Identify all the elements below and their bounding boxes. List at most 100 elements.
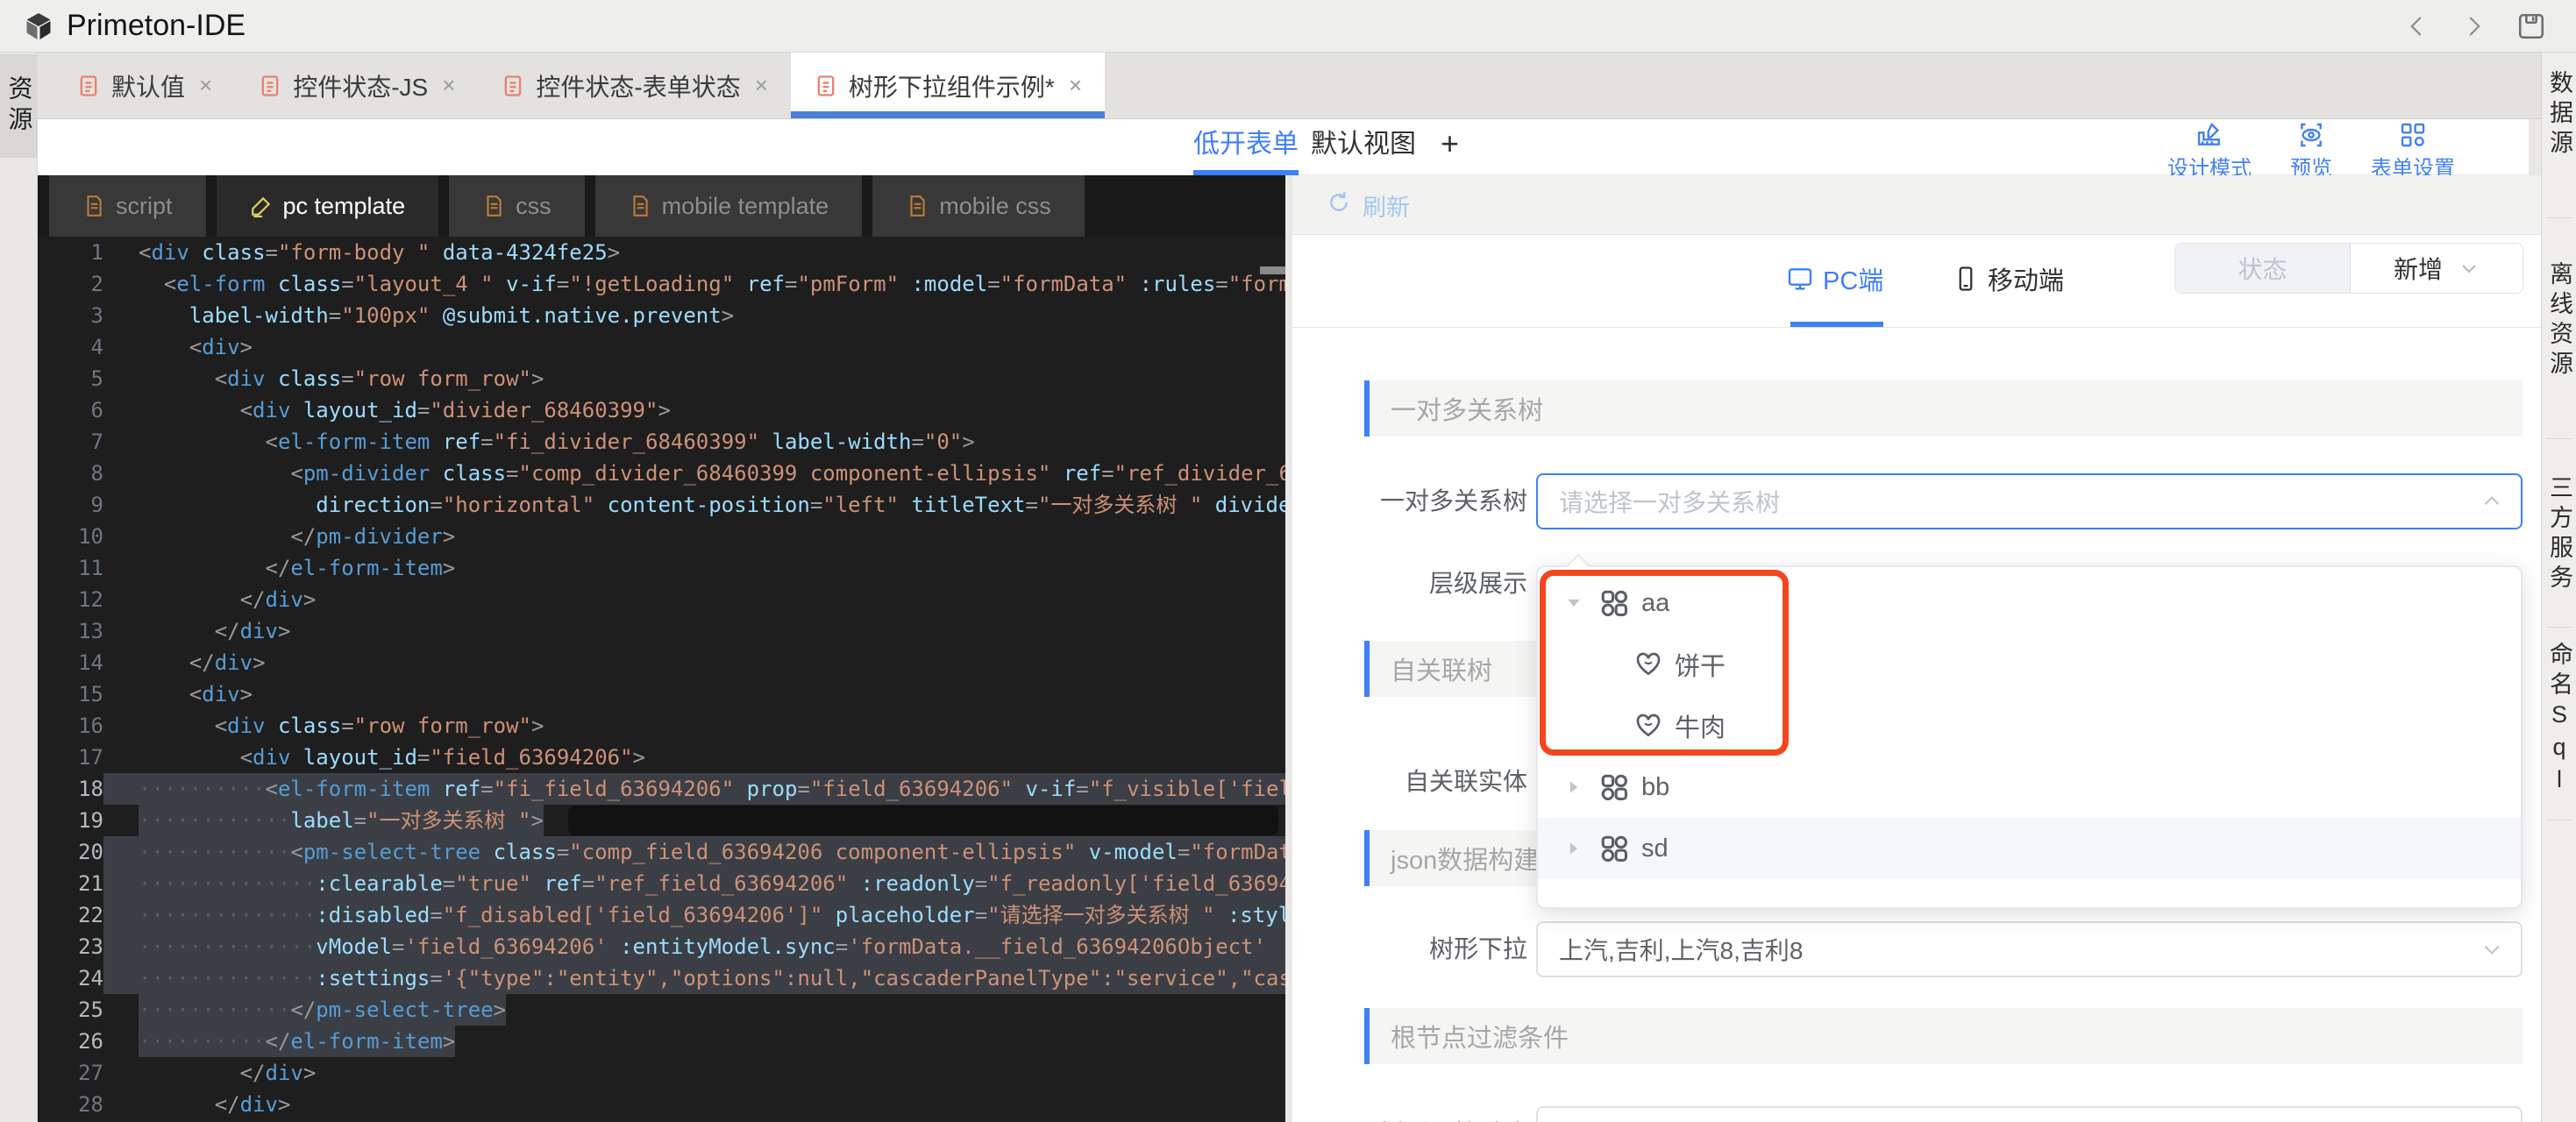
device-row: PC端移动端 状态 新增 [1292,235,2541,328]
code-line[interactable]: 20············<pm-select-tree class="com… [38,836,1285,868]
view-tab-2[interactable]: 默认视图 [1311,119,1416,175]
code-line[interactable]: 12 </div> [38,584,1285,615]
code-line[interactable]: 17 <div layout_id="field_63694206"> [38,742,1285,773]
code-line[interactable]: 13 </div> [38,615,1285,647]
tree-select-input[interactable]: 上汽,吉利,上汽8,吉利8 [1536,921,2523,977]
code-editor: script pc template css mobile template mobil… [38,175,1285,1122]
code-line[interactable]: 19············label="一对多关系树 "> [38,805,1285,836]
editor-tab-label: script [116,193,173,220]
line-number: 28 [38,1089,103,1120]
form-settings-icon [2399,121,2427,149]
editor-tab-label: css [516,193,551,220]
code-line[interactable]: 23··············vModel='field_63694206' … [38,931,1285,962]
line-number: 9 [38,489,103,521]
doc-tab-1[interactable]: 默认值× [53,53,235,118]
line-number: 3 [38,300,103,331]
code-line[interactable]: 24··············:settings='{"type":"enti… [38,962,1285,994]
line-number: 24 [38,962,103,994]
tree-node-label: bb [1641,773,1669,802]
editor-tab-label: mobile template [662,193,829,220]
code-line[interactable]: 7 <el-form-item ref="fi_divider_68460399… [38,426,1285,458]
code-line[interactable]: 10 </pm-divider> [38,521,1285,552]
code-line[interactable]: 8 <pm-divider class="comp_divider_684603… [38,458,1285,489]
tree-filter-select[interactable]: 请选择树形下拉过滤 [1536,1106,2523,1122]
editor-tab-mobile-template[interactable]: mobile template [595,175,863,237]
file-icon [482,195,505,217]
code-line[interactable]: 22··············:disabled="f_disabled['f… [38,899,1285,931]
refresh-button[interactable]: 刷新 [1326,175,1410,235]
right-rail-item-2[interactable]: 离线资源 [2542,261,2576,380]
close-tab-icon[interactable]: × [199,72,212,99]
right-rail-item-3[interactable]: 三方服务 [2542,475,2576,594]
left-rail-tab-resources[interactable]: 资源 [0,54,38,158]
doc-tab-4[interactable]: 树形下拉组件示例*× [791,53,1105,118]
refresh-label: 刷新 [1363,188,1410,223]
nav-back-icon[interactable] [2404,13,2430,39]
file-icon [82,195,105,217]
code-line[interactable]: 28 </div> [38,1089,1285,1120]
field-label-tree-filter: 树形下拉过滤 [1292,1106,1527,1122]
code-line[interactable]: 16 <div class="row form_row"> [38,710,1285,742]
line-number: 1 [38,237,103,268]
code-line[interactable]: 21··············:clearable="true" ref="r… [38,868,1285,899]
line-number: 8 [38,458,103,489]
select-placeholder: 请选择一对多关系树 [1559,484,1780,519]
close-tab-icon[interactable]: × [1069,72,1082,99]
code-area[interactable]: 1<div class="form-body " data-4324fe25>2… [38,237,1285,1122]
view-tab-1[interactable]: 低开表单 [1193,119,1299,175]
code-line[interactable]: 2 <el-form class="layout_4 " v-if="!getL… [38,268,1285,300]
code-line[interactable]: 9 direction="horizontal" content-positio… [38,489,1285,521]
code-line[interactable]: 15 <div> [38,678,1285,710]
line-number: 21 [38,868,103,899]
line-number: 22 [38,899,103,931]
editor-tab-mobile-css[interactable]: mobile css [872,175,1085,237]
component-grid-icon [1599,834,1629,863]
caret-right-icon[interactable] [1561,840,1587,857]
device-tab-pc[interactable]: PC端 [1786,235,1883,323]
titlebar-actions [2404,0,2546,53]
form-settings-button[interactable]: 表单设置 [2371,121,2455,181]
state-select[interactable]: 新增 [2351,244,2523,293]
nav-forward-icon[interactable] [2460,13,2487,39]
doc-tab-3[interactable]: 控件状态-表单状态× [478,53,791,118]
design-mode-button[interactable]: 设计模式 [2167,121,2252,181]
code-line[interactable]: 5 <div class="row form_row"> [38,363,1285,394]
save-icon[interactable] [2516,11,2546,41]
editor-scrollbar-thumb[interactable] [1260,266,1285,274]
app-title: Primeton-IDE [67,9,246,43]
doc-tab-2[interactable]: 控件状态-JS× [235,53,478,118]
code-line[interactable]: 11 </el-form-item> [38,552,1285,584]
right-rail: 数据源离线资源三方服务命名Sql [2541,53,2576,1122]
caret-right-icon[interactable] [1561,778,1587,796]
left-rail: 资源 [0,53,38,1122]
code-line[interactable]: 18··········<el-form-item ref="fi_field_… [38,773,1285,805]
editor-tab-script[interactable]: script [49,175,206,237]
one-to-many-tree-select[interactable]: 请选择一对多关系树 [1536,473,2523,529]
code-line[interactable]: 6 <div layout_id="divider_68460399"> [38,394,1285,426]
tree-node-bb[interactable]: bb [1538,756,2521,818]
code-line[interactable]: 26··········</el-form-item> [38,1026,1285,1057]
line-number: 26 [38,1026,103,1057]
editor-tab-css[interactable]: css [449,175,585,237]
right-rail-item-4[interactable]: 命名Sql [2542,642,2576,799]
right-rail-item-1[interactable]: 数据源 [2542,70,2576,160]
preview-button[interactable]: 预览 [2290,121,2332,181]
code-line[interactable]: 25············</pm-select-tree> [38,994,1285,1026]
pencil-icon [250,195,273,217]
close-tab-icon[interactable]: × [755,72,768,99]
tree-node-sd[interactable]: sd [1538,818,2521,879]
editor-tab-label: pc template [283,193,406,220]
code-line[interactable]: 27 </div> [38,1057,1285,1089]
close-tab-icon[interactable]: × [442,72,455,99]
code-line[interactable]: 4 <div> [38,331,1285,363]
device-tab-mobile[interactable]: 移动端 [1953,235,2064,323]
code-line[interactable]: 14 </div> [38,647,1285,678]
add-view-button[interactable]: + [1441,119,1459,175]
editor-tab-pc-template[interactable]: pc template [217,175,439,237]
view-bar: 低开表单默认视图 + 设计模式预览表单设置 [38,119,2529,175]
code-line[interactable]: 3 label-width="100px" @submit.native.pre… [38,300,1285,331]
code-line[interactable]: 1<div class="form-body " data-4324fe25> [38,237,1285,268]
field-label-hierarchy-display: 层级展示 [1292,556,1527,612]
doc-icon [258,74,282,98]
line-number: 27 [38,1057,103,1089]
